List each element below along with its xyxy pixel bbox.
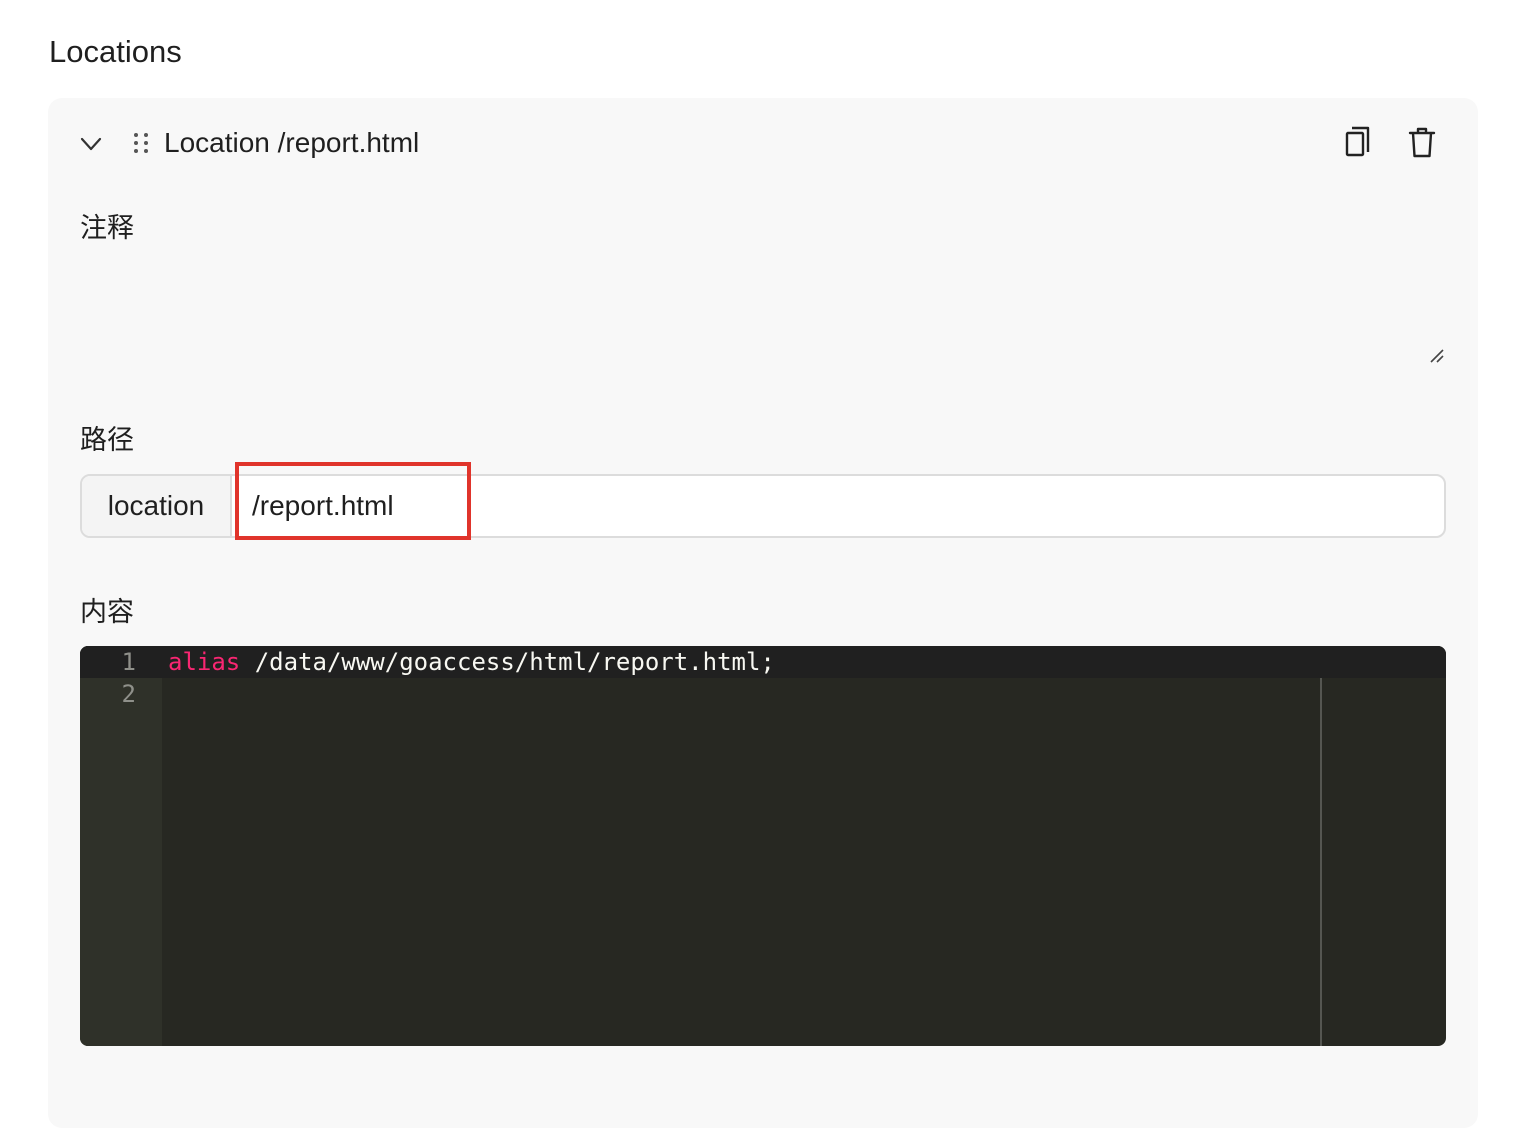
code-line[interactable]: alias /data/www/goaccess/html/report.htm… — [168, 646, 775, 678]
comment-textarea[interactable] — [80, 252, 1446, 370]
copy-icon — [1343, 125, 1373, 164]
location-card: Location /report.html 注释 路径 location /re… — [48, 98, 1478, 1128]
section-title: Locations — [49, 34, 182, 69]
code-editor[interactable]: 1 2 alias /data/www/goaccess/html/report… — [80, 646, 1446, 1046]
trash-icon — [1407, 125, 1437, 164]
code-keyword: alias — [168, 648, 241, 676]
content-label: 内容 — [80, 597, 134, 627]
delete-button[interactable] — [1402, 124, 1442, 164]
location-card-header: Location /report.html — [48, 118, 1478, 170]
path-input[interactable] — [234, 476, 1444, 536]
code-text: /data/www/goaccess/html/report.html; — [240, 648, 775, 676]
path-label: 路径 — [80, 425, 134, 455]
comment-label: 注释 — [80, 213, 134, 243]
location-title: Location /report.html — [164, 127, 420, 158]
print-margin — [1320, 678, 1322, 1046]
path-input-group: location — [80, 474, 1446, 538]
copy-button[interactable] — [1338, 124, 1378, 164]
chevron-down-icon[interactable] — [78, 131, 104, 157]
path-prefix-addon: location — [82, 476, 232, 536]
drag-handle-icon[interactable] — [130, 129, 152, 157]
resize-grip-icon[interactable] — [1429, 348, 1445, 364]
line-number: 1 — [121, 648, 136, 676]
line-number: 2 — [121, 680, 136, 708]
